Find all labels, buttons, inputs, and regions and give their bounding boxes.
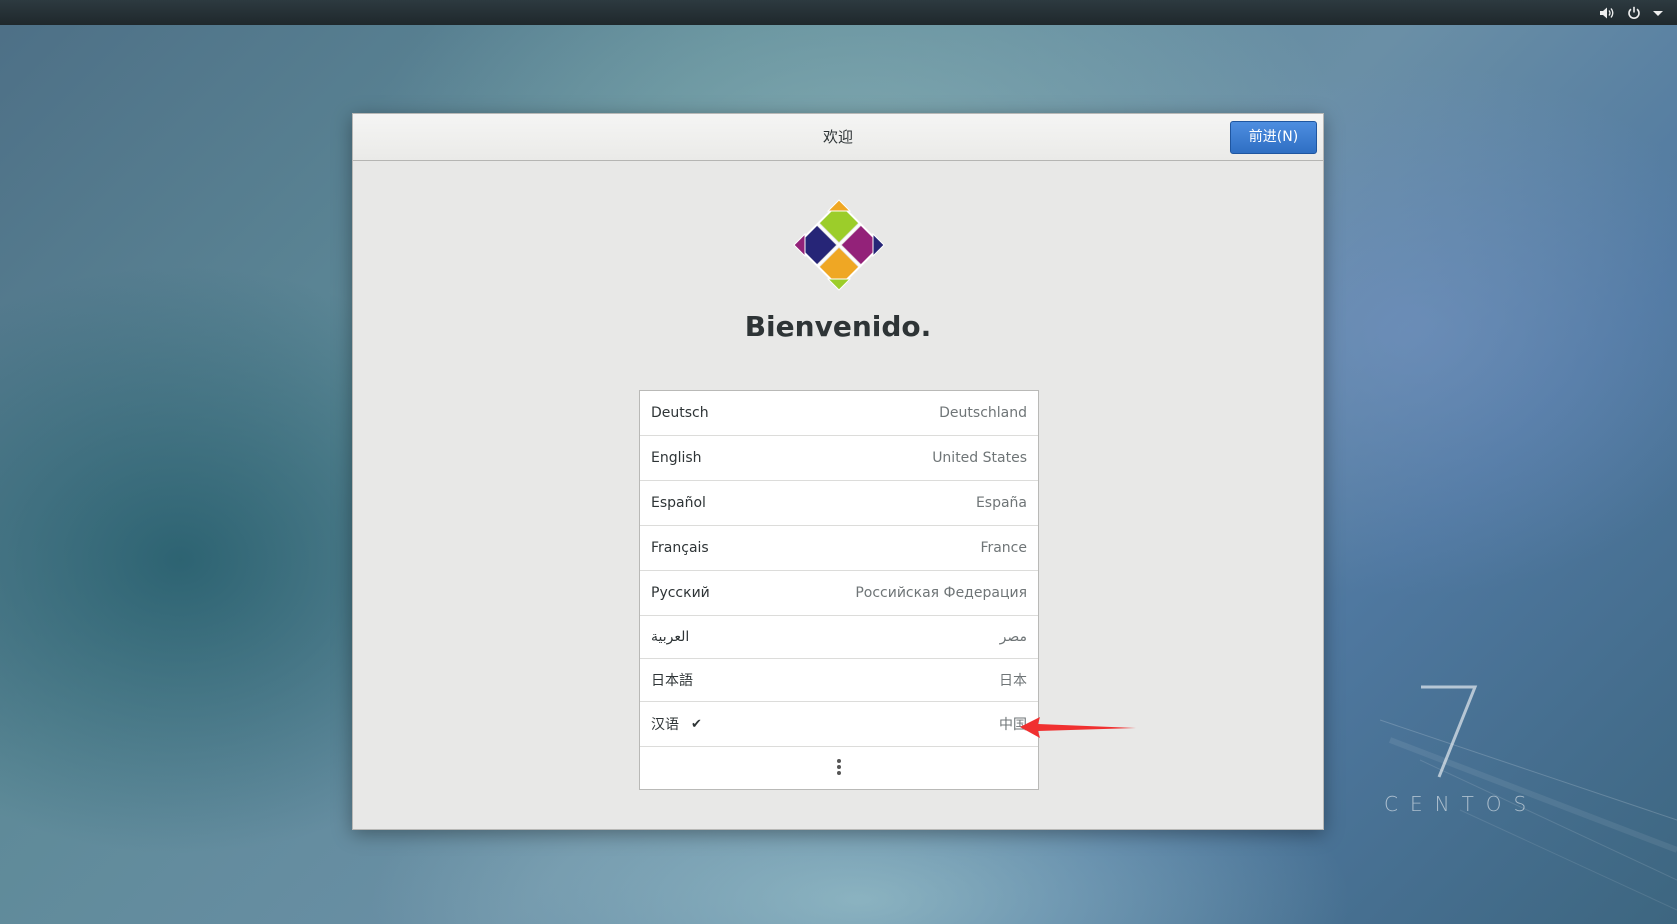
language-name: English [651,450,702,466]
language-row-arabic[interactable]: العربية مصر [640,616,1038,659]
language-row-deutsch[interactable]: Deutsch Deutschland [640,391,1038,436]
language-name: 汉语 [651,717,679,733]
welcome-dialog: 欢迎 前进(N) Bienvenido. Deutsch Deutschland [352,113,1324,830]
dropdown-arrow-icon[interactable] [1653,9,1663,17]
centos-logo-icon [793,199,885,291]
centos-wordmark: CENTOS [1384,792,1539,816]
language-country: مصر [999,629,1027,645]
system-menu[interactable] [1599,0,1663,25]
volume-icon[interactable] [1599,6,1615,20]
language-name: Русский [651,585,710,601]
language-name-selected: 汉语 ✔ [651,714,702,734]
language-row-russian[interactable]: Русский Российская Федерация [640,571,1038,616]
language-row-japanese[interactable]: 日本語 日本 [640,659,1038,702]
language-name: 日本語 [651,673,693,689]
language-country: 日本 [999,673,1027,689]
more-languages-button[interactable] [640,747,1038,787]
welcome-heading: Bienvenido. [744,310,932,343]
language-row-francais[interactable]: Français France [640,526,1038,571]
top-bar [0,0,1677,25]
language-row-english[interactable]: English United States [640,436,1038,481]
language-country: Российская Федерация [855,585,1027,601]
vertical-ellipsis-icon [837,759,841,775]
language-country: France [980,540,1027,556]
next-button[interactable]: 前进(N) [1230,121,1317,154]
checkmark-icon: ✔ [691,716,702,732]
language-country: España [975,495,1027,511]
language-row-chinese[interactable]: 汉语 ✔ 中国 [640,702,1038,747]
language-name: Deutsch [651,405,709,421]
dialog-title: 欢迎 [822,128,853,146]
annotation-arrow-icon [1020,717,1136,738]
language-name: Français [651,540,709,556]
language-list: Deutsch Deutschland English United State… [639,390,1039,790]
dialog-header: 欢迎 前进(N) [353,114,1323,161]
centos-version-number [1421,685,1478,778]
language-name: العربية [651,629,690,645]
language-row-espanol[interactable]: Español España [640,481,1038,526]
power-icon[interactable] [1627,6,1641,20]
language-name: Español [651,495,706,511]
language-country: Deutschland [939,405,1027,421]
language-country: United States [932,450,1027,466]
